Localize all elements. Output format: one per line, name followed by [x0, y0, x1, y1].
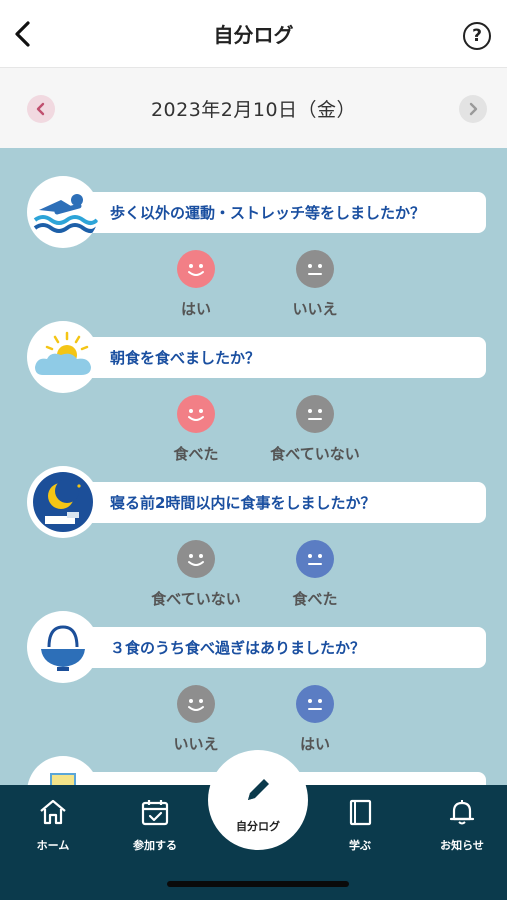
home-indicator [167, 881, 349, 887]
moon-night-icon [27, 466, 99, 538]
question-list[interactable]: 歩く以外の運動・ストレッチ等をしましたか？ はい いいえ 朝食を食べましたか？ [0, 148, 507, 785]
chevron-right-icon [469, 102, 478, 116]
question-item: 寝る前2時間以内に食事をしましたか？ 食べていない 食べた [0, 438, 507, 608]
help-button[interactable]: ? [463, 22, 491, 50]
tab-label: 自分ログ [236, 820, 280, 833]
page-title: 自分ログ [213, 23, 294, 47]
neutral-face-icon [296, 395, 334, 433]
question-item: 歩く以外の運動・ストレッチ等をしましたか？ はい いいえ [0, 148, 507, 318]
neutral-face-icon [296, 685, 334, 723]
smile-face-icon [177, 540, 215, 578]
tab-self-log[interactable]: 自分ログ [208, 750, 308, 850]
smile-face-icon [177, 250, 215, 288]
next-day-button[interactable] [459, 95, 487, 123]
book-icon [349, 799, 372, 826]
tab-home[interactable]: ホーム [13, 797, 93, 853]
question-text: 朝食を食べましたか？ [70, 337, 486, 378]
tab-join[interactable]: 参加する [115, 797, 195, 853]
neutral-face-icon [296, 250, 334, 288]
smile-face-icon [177, 685, 215, 723]
tab-label: 学ぶ [349, 839, 371, 852]
header: 自分ログ ? [0, 0, 507, 68]
question-text: 寝る前2時間以内に食事をしましたか？ [70, 482, 486, 523]
rice-bowl-icon [27, 611, 99, 683]
question-text: ３食のうち食べ過ぎはありましたか？ [70, 627, 486, 668]
question-icon: ? [472, 26, 482, 46]
back-button[interactable] [8, 18, 40, 50]
swimmer-icon [27, 176, 99, 248]
drink-icon [27, 756, 99, 785]
sunrise-icon [27, 321, 99, 393]
tab-label: 参加する [133, 839, 177, 852]
previous-day-button[interactable] [27, 95, 55, 123]
smile-face-icon [177, 395, 215, 433]
calendar-check-icon [141, 800, 169, 826]
tab-notifications[interactable]: お知らせ [422, 797, 502, 853]
bell-icon [449, 800, 475, 825]
chevron-left-icon [36, 102, 45, 116]
tab-label: ホーム [36, 839, 70, 852]
tab-label: お知らせ [440, 839, 484, 852]
question-item: 朝食を食べましたか？ 食べた 食べていない [0, 293, 507, 463]
home-icon [40, 799, 66, 825]
chevron-left-icon [15, 21, 30, 47]
current-date: 2023年2月10日（金） [150, 98, 357, 121]
question-text: 歩く以外の運動・ストレッチ等をしましたか？ [70, 192, 486, 233]
pencil-icon [248, 779, 269, 800]
tab-learn[interactable]: 学ぶ [320, 797, 400, 853]
neutral-face-icon [296, 540, 334, 578]
question-item: ３食のうち食べ過ぎはありましたか？ いいえ はい [0, 583, 507, 753]
date-bar: 2023年2月10日（金） [0, 68, 507, 148]
